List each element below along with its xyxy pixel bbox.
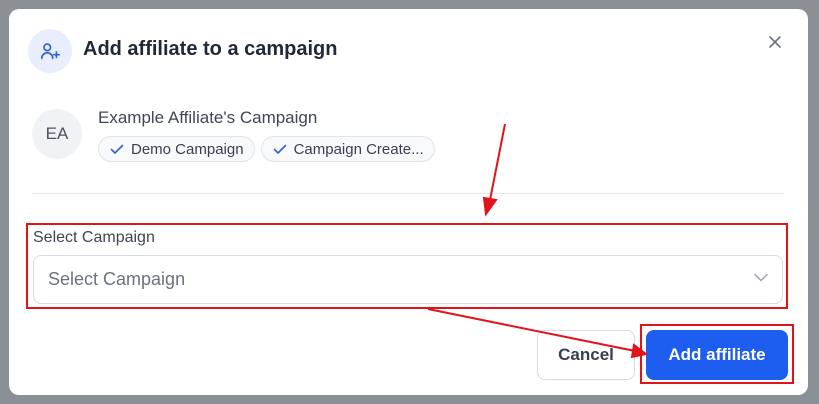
divider: [32, 193, 784, 194]
close-button[interactable]: [763, 30, 787, 54]
affiliate-name: Example Affiliate's Campaign: [98, 108, 318, 127]
close-icon: [769, 36, 781, 48]
campaign-tag: Demo Campaign: [98, 136, 255, 162]
annotation-box-select: [26, 223, 788, 309]
check-icon: [110, 144, 124, 154]
campaign-tag: Campaign Create...: [260, 136, 435, 162]
annotation-box-submit: [640, 324, 794, 384]
campaign-tag-label: Campaign Create...: [293, 140, 424, 158]
dialog-title: Add affiliate to a campaign: [83, 38, 338, 60]
avatar: EA: [32, 109, 82, 159]
cancel-button[interactable]: Cancel: [537, 330, 635, 380]
add-affiliate-dialog: Add affiliate to a campaign EA Example A…: [9, 9, 808, 395]
campaign-tag-label: Demo Campaign: [131, 140, 244, 158]
campaign-tags: Demo Campaign Campaign Create...: [98, 136, 435, 162]
user-plus-icon: [28, 29, 72, 73]
check-icon: [273, 144, 286, 154]
